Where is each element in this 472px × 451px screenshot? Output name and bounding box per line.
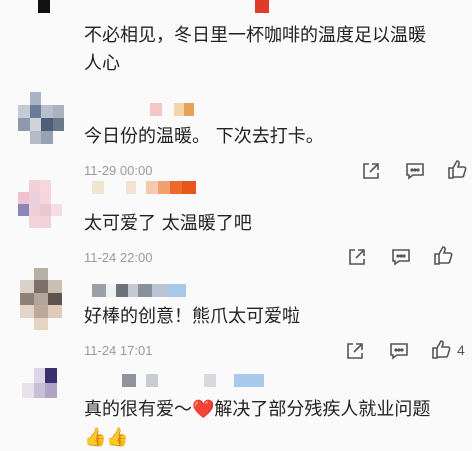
- thumbs-up-icon[interactable]: [446, 158, 468, 180]
- avatar[interactable]: [18, 180, 62, 228]
- comment-text: 今日份的温暖。 下次去打卡。: [84, 126, 324, 147]
- comment-icon[interactable]: [388, 340, 410, 362]
- avatar[interactable]: [18, 92, 64, 144]
- share-icon[interactable]: [360, 160, 382, 182]
- username-redacted: [92, 284, 186, 297]
- username-redacted: [255, 0, 269, 13]
- comment-text-part: 解决了部分残疾人就业问题: [214, 399, 431, 420]
- comment-text: 太可爱了 太温暖了吧: [84, 213, 252, 234]
- username-redacted: [150, 103, 194, 116]
- share-icon[interactable]: [346, 246, 368, 268]
- comment-timestamp: 11-24 22:00: [84, 250, 153, 265]
- comment-text-part: 真的很有爱～: [84, 399, 192, 420]
- like-count: 4: [457, 342, 465, 358]
- comment-text: 真的很有爱～❤️解决了部分残疾人就业问题: [84, 396, 430, 423]
- thumbs-up-icon[interactable]: [430, 338, 452, 360]
- heart-emoji-icon: ❤️: [192, 399, 215, 420]
- username-redacted: [92, 181, 196, 194]
- avatar[interactable]: [22, 368, 68, 398]
- comment-timestamp: 11-29 00:00: [84, 163, 153, 178]
- thumbs-up-icon[interactable]: [432, 244, 454, 266]
- comment-text: 人心: [84, 53, 120, 74]
- comment-text: 不必相见，冬日里一杯咖啡的温度足以温暖: [84, 25, 426, 46]
- share-icon[interactable]: [344, 340, 366, 362]
- thumbs-up-emoji-icon: 👍👍: [84, 427, 129, 448]
- comment-text: 好棒的创意！熊爪太可爱啦: [84, 306, 300, 327]
- comment-icon[interactable]: [404, 160, 426, 182]
- comment-icon[interactable]: [390, 246, 412, 268]
- comment-timestamp: 11-24 17:01: [84, 343, 153, 358]
- avatar[interactable]: [20, 268, 62, 330]
- username-redacted: [122, 374, 264, 387]
- username-redacted: [38, 0, 50, 13]
